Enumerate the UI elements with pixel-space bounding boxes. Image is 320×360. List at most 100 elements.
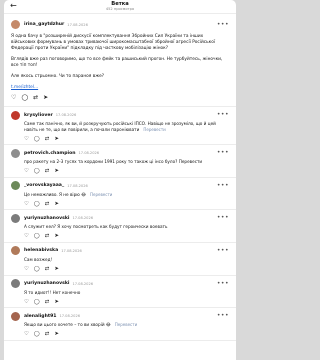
comment-time: 17.08.2026 bbox=[67, 183, 88, 188]
avatar[interactable] bbox=[11, 246, 20, 256]
comment-time: 17.08.2026 bbox=[78, 151, 100, 156]
comment-icon[interactable]: ◯ bbox=[34, 168, 40, 174]
translate-link[interactable]: Перевести bbox=[90, 192, 112, 197]
more-icon[interactable]: ••• bbox=[217, 313, 229, 319]
post-paragraph: Я одна бачу в "розширеній дискусії компл… bbox=[11, 34, 216, 51]
comment-text: А служит кел? Я хочу посмотреть как буду… bbox=[24, 224, 229, 230]
repost-icon[interactable]: ⇄ bbox=[45, 136, 50, 142]
avatar[interactable] bbox=[11, 311, 20, 321]
comment-username[interactable]: petrovich.champion bbox=[24, 151, 76, 156]
divider bbox=[4, 339, 236, 341]
post-link[interactable]: t.me/izhtel... bbox=[11, 85, 229, 90]
comment-username[interactable]: yuriynuzhanovski bbox=[24, 216, 69, 221]
repost-icon[interactable]: ⇄ bbox=[45, 299, 50, 305]
comment-time: 17.08.2026 bbox=[59, 314, 81, 319]
comment-body: Саме так панічно, як ви, й розкручують р… bbox=[24, 121, 216, 132]
avatar[interactable] bbox=[11, 181, 20, 191]
post-username[interactable]: irina_gaytdzhur bbox=[24, 22, 64, 27]
heart-icon[interactable]: ♡ bbox=[24, 299, 29, 305]
comment-icon[interactable]: ◯ bbox=[21, 95, 28, 101]
share-icon[interactable]: ➤ bbox=[54, 201, 59, 207]
more-icon[interactable]: ••• bbox=[217, 280, 229, 287]
comment-time: 17.08.2026 bbox=[72, 216, 94, 221]
comment-text: Саме так панічно, як ви, й розкручують р… bbox=[24, 121, 229, 132]
comment-icon[interactable]: ◯ bbox=[34, 331, 40, 337]
share-icon[interactable]: ➤ bbox=[54, 136, 59, 142]
comment-actions: ♡ ◯ ⇄ ➤ bbox=[24, 298, 229, 305]
comment-actions: ♡ ◯ ⇄ ➤ bbox=[24, 331, 229, 338]
main-post: irina_gaytdzhur 17.08.2026 ••• Я одна ба… bbox=[4, 14, 236, 102]
comment-username[interactable]: _vorovskayaaa_ bbox=[24, 183, 64, 188]
comment-username[interactable]: yuriynuzhanovski bbox=[24, 281, 69, 286]
comment-icon[interactable]: ◯ bbox=[34, 299, 40, 305]
more-icon[interactable]: ••• bbox=[217, 247, 229, 254]
post-paragraph: Вглядів вже раз поговоримо, що то все фе… bbox=[11, 57, 223, 68]
share-icon[interactable]: ➤ bbox=[54, 266, 59, 272]
repost-icon[interactable]: ⇄ bbox=[45, 201, 50, 207]
more-icon[interactable]: ••• bbox=[217, 21, 229, 28]
comment-text: Сам возжед! bbox=[24, 257, 229, 263]
comment-actions: ♡ ◯ ⇄ ➤ bbox=[24, 168, 229, 175]
comment-text: Якщо ви цього хочете – то ви хворій 😂 Пер… bbox=[24, 322, 229, 328]
avatar[interactable] bbox=[11, 279, 20, 289]
comment: petrovich.champion 17.08.2026 ••• про ра… bbox=[4, 145, 236, 175]
repost-icon[interactable]: ⇄ bbox=[45, 233, 50, 239]
comment-time: 17.08.2026 bbox=[61, 248, 82, 253]
avatar[interactable] bbox=[11, 20, 20, 29]
comment-actions: ♡ ◯ ⇄ ➤ bbox=[24, 233, 229, 240]
heart-icon[interactable]: ♡ bbox=[24, 233, 29, 239]
view-count: 452 просмотра bbox=[105, 7, 135, 11]
repost-icon[interactable]: ⇄ bbox=[45, 168, 50, 174]
translate-link[interactable]: Перевести bbox=[115, 322, 137, 327]
post-text: Я одна бачу в "розширеній дискусії компл… bbox=[11, 34, 229, 80]
comment-username[interactable]: krysyliover bbox=[24, 113, 53, 118]
comment-time: 17.08.2026 bbox=[72, 281, 94, 286]
repost-icon[interactable]: ⇄ bbox=[33, 95, 38, 101]
post-time: 17.08.2026 bbox=[67, 22, 88, 27]
post-paragraph: Але якось стрьомно. Чи то параноя вже? bbox=[11, 74, 105, 79]
comment-body: Якщо ви цього хочете – то ви хворій 😂 bbox=[24, 322, 111, 328]
comment-body: Сам возжед! bbox=[24, 256, 53, 262]
heart-icon[interactable]: ♡ bbox=[24, 168, 29, 174]
more-icon[interactable]: ••• bbox=[217, 112, 229, 118]
comment-body: Я то идиот!! Нет конечно bbox=[24, 289, 81, 295]
comment-body: про ракету на 2-3 гусях та кордони 1991 … bbox=[24, 159, 203, 165]
comment: _vorovskayaaa_ 17.08.2026 ••• Це неможли… bbox=[4, 178, 236, 208]
avatar[interactable] bbox=[11, 110, 20, 120]
comment-time: 17.08.2026 bbox=[55, 113, 77, 117]
repost-icon[interactable]: ⇄ bbox=[45, 266, 50, 272]
heart-icon[interactable]: ♡ bbox=[11, 95, 16, 101]
avatar[interactable] bbox=[11, 148, 20, 158]
comment-actions: ♡ ◯ ⇄ ➤ bbox=[24, 135, 229, 142]
more-icon[interactable]: ••• bbox=[217, 215, 229, 221]
comment-username[interactable]: alenalight91 bbox=[24, 314, 56, 319]
share-icon[interactable]: ➤ bbox=[54, 233, 59, 239]
comment: krysyliover 17.08.2026 ••• Саме так пані… bbox=[4, 107, 236, 142]
heart-icon[interactable]: ♡ bbox=[24, 136, 29, 142]
comment: yuriynuzhanovski 17.08.2026 ••• А служит… bbox=[4, 210, 236, 240]
translate-link[interactable]: Перевести bbox=[143, 127, 165, 132]
comment-list: krysyliover 17.08.2026 ••• Саме так пані… bbox=[4, 107, 236, 341]
back-arrow-icon[interactable]: ← bbox=[10, 2, 17, 10]
comment-icon[interactable]: ◯ bbox=[34, 201, 40, 207]
share-icon[interactable]: ➤ bbox=[54, 331, 59, 337]
comment-icon[interactable]: ◯ bbox=[34, 266, 40, 272]
avatar[interactable] bbox=[11, 213, 20, 223]
repost-icon[interactable]: ⇄ bbox=[45, 331, 50, 337]
comment-body: А служит кел? Я хочу посмотреть как буду… bbox=[24, 224, 168, 230]
share-icon[interactable]: ➤ bbox=[43, 95, 48, 101]
post-actions: ♡ ◯ ⇄ ➤ bbox=[11, 94, 229, 102]
comment-username[interactable]: helenabivska bbox=[24, 248, 58, 253]
comment-icon[interactable]: ◯ bbox=[34, 136, 40, 142]
heart-icon[interactable]: ♡ bbox=[24, 266, 29, 272]
more-icon[interactable]: ••• bbox=[217, 150, 229, 156]
more-icon[interactable]: ••• bbox=[217, 182, 229, 189]
heart-icon[interactable]: ♡ bbox=[24, 331, 29, 337]
share-icon[interactable]: ➤ bbox=[54, 168, 59, 174]
heart-icon[interactable]: ♡ bbox=[24, 201, 29, 207]
comment: yuriynuzhanovski 17.08.2026 ••• Я то иди… bbox=[4, 276, 236, 306]
share-icon[interactable]: ➤ bbox=[54, 299, 59, 305]
thread-window: ← Ветка 452 просмотра irina_gaytdzhur 17… bbox=[4, 0, 236, 360]
comment-icon[interactable]: ◯ bbox=[34, 233, 40, 239]
comment: helenabivska 17.08.2026 ••• Сам возжед! … bbox=[4, 243, 236, 273]
